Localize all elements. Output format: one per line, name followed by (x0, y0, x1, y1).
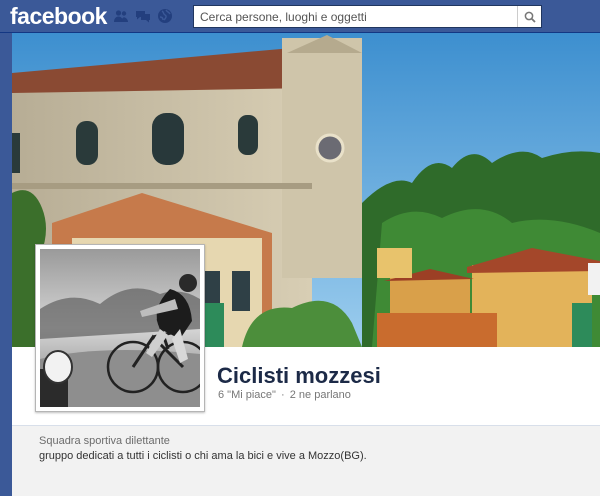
page-category[interactable]: Squadra sportiva dilettante (39, 435, 170, 447)
friend-requests-icon[interactable] (113, 8, 129, 24)
page-description: gruppo dedicati a tutti i ciclisti o chi… (39, 450, 367, 462)
notification-jewels (113, 8, 173, 24)
search-box (193, 5, 542, 28)
profile-picture[interactable] (35, 244, 210, 412)
likes-count[interactable]: 6 "Mi piace" (218, 389, 276, 401)
talking-about-count[interactable]: 2 ne parlano (290, 389, 351, 401)
search-input[interactable] (194, 6, 516, 27)
notifications-icon[interactable] (157, 8, 173, 24)
about-section: Squadra sportiva dilettante gruppo dedic… (12, 425, 600, 496)
facebook-logo[interactable]: facebook (10, 3, 107, 30)
search-icon (524, 11, 536, 23)
search-button[interactable] (517, 6, 541, 27)
page-title[interactable]: Ciclisti mozzesi (217, 363, 381, 389)
messages-icon[interactable] (135, 8, 151, 24)
page-timeline: Ciclisti mozzesi 6 "Mi piace" · 2 ne par… (12, 33, 600, 496)
top-bar: facebook (0, 0, 600, 33)
page-stats: 6 "Mi piace" · 2 ne parlano (218, 389, 351, 401)
stats-separator: · (281, 389, 285, 401)
cyclist-photo (40, 249, 210, 407)
